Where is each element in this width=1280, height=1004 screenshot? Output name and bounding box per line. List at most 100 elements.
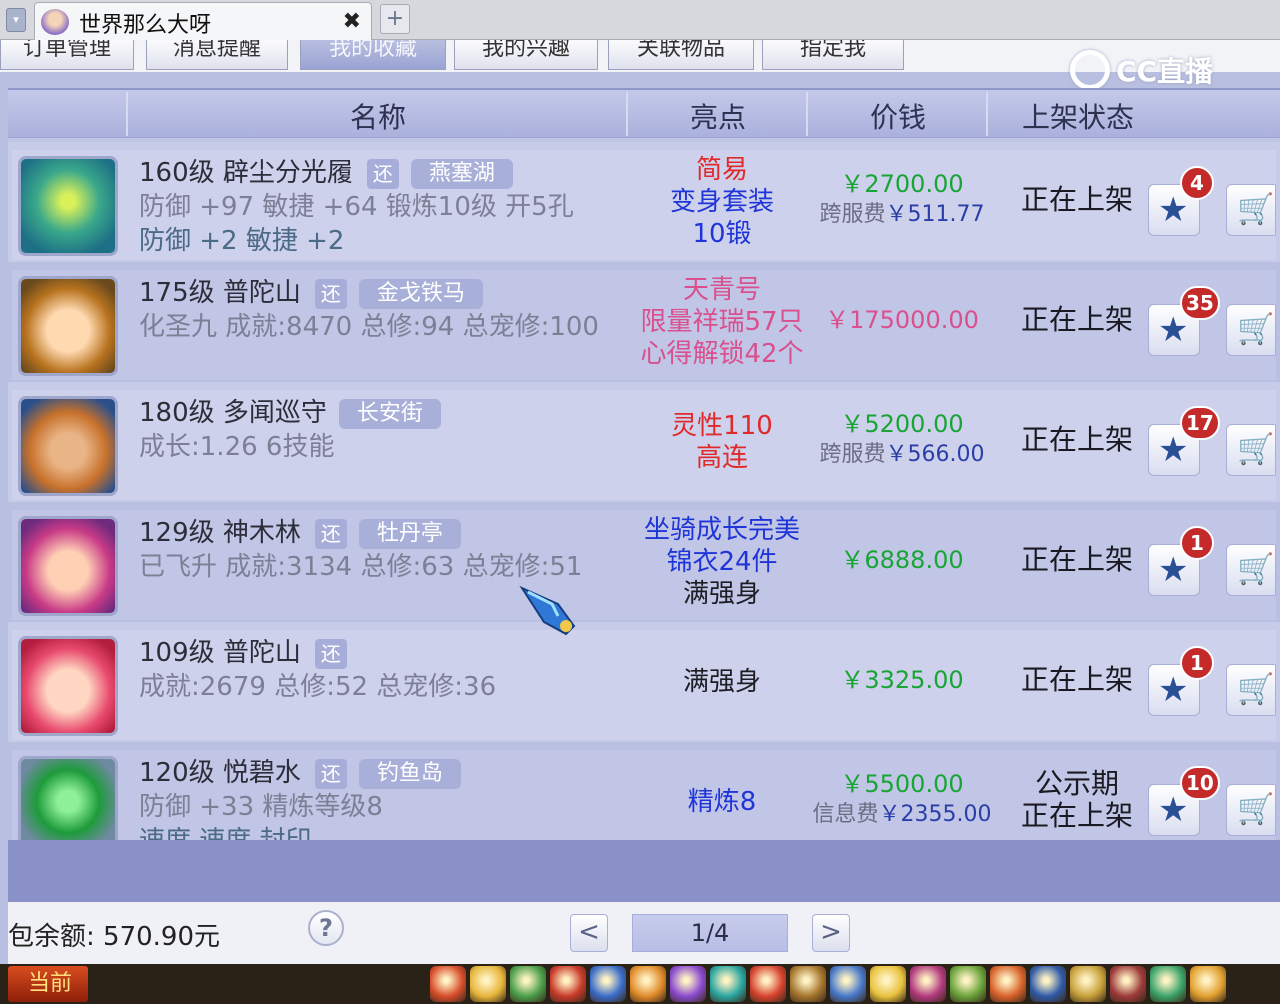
add-to-cart-button[interactable]: 🛒 bbox=[1226, 304, 1276, 356]
star-icon: ★ bbox=[1158, 310, 1189, 350]
star-icon: ★ bbox=[1158, 190, 1189, 230]
shortcut-icon[interactable] bbox=[550, 966, 586, 1002]
row-content: 175级 普陀山还金戈铁马 化圣九 成就:8470 总修:94 总宠修:100 天青… bbox=[12, 270, 1276, 380]
highlight-text: 心得解锁42个 bbox=[640, 339, 804, 369]
return-badge: 还 bbox=[314, 278, 347, 309]
game-taskbar: 当前 bbox=[0, 964, 1280, 1004]
item-price: ￥3325.00 bbox=[812, 664, 992, 696]
item-attributes: 化圣九 成就:8470 总修:94 总宠修:100 bbox=[139, 312, 599, 342]
shortcut-icon[interactable] bbox=[790, 966, 826, 1002]
table-row[interactable]: 120级 悦碧水还钓鱼岛防御 +33 精炼等级8速度 速度 封印 精炼8 ￥5500… bbox=[8, 742, 1280, 840]
server-badge: 燕塞湖 bbox=[410, 158, 513, 189]
price-value: ￥6888.00 bbox=[840, 546, 964, 574]
tab-messages[interactable]: 消息提醒 bbox=[146, 40, 288, 70]
table-row[interactable]: 175级 普陀山还金戈铁马 化圣九 成就:8470 总修:94 总宠修:100 天青… bbox=[8, 262, 1280, 382]
cart-icon: 🛒 bbox=[1237, 792, 1275, 827]
table-row[interactable]: 160级 辟尘分光履还燕塞湖 防御 +97 敏捷 +64 锻炼10级 开5孔 防御 … bbox=[8, 142, 1280, 262]
item-title: 175级 普陀山还金戈铁马 bbox=[139, 272, 483, 309]
prev-page-button[interactable]: < bbox=[570, 914, 608, 952]
cart-icon: 🛒 bbox=[1237, 552, 1275, 587]
shortcut-icon[interactable] bbox=[630, 966, 666, 1002]
highlight-text: 变身套装 bbox=[669, 187, 774, 217]
item-attributes: 防御 +97 敏捷 +64 锻炼10级 开5孔 bbox=[139, 192, 574, 222]
shortcut-icon[interactable] bbox=[1190, 966, 1226, 1002]
highlight-text: 精炼8 bbox=[687, 787, 757, 817]
item-highlights: 满强身 bbox=[632, 666, 812, 698]
item-avatar-icon[interactable] bbox=[18, 276, 118, 376]
shortcut-icon[interactable] bbox=[870, 966, 906, 1002]
status-line: 正在上架 bbox=[1020, 543, 1133, 576]
item-attributes: 已飞升 成就:3134 总修:63 总宠修:51 bbox=[139, 552, 583, 582]
shortcut-icon[interactable] bbox=[910, 966, 946, 1002]
item-title: 180级 多闻巡守 长安街 bbox=[139, 392, 441, 429]
server-badge: 钓鱼岛 bbox=[358, 758, 461, 789]
add-to-cart-button[interactable]: 🛒 bbox=[1226, 544, 1276, 596]
shortcut-icon[interactable] bbox=[710, 966, 746, 1002]
window-tab-title: 世界那么大呀 bbox=[79, 13, 212, 38]
star-icon: ★ bbox=[1158, 670, 1189, 710]
shortcut-icon[interactable] bbox=[1110, 966, 1146, 1002]
item-avatar-icon[interactable] bbox=[18, 636, 118, 736]
tab-related[interactable]: 关联物品 bbox=[608, 40, 754, 70]
item-avatar-icon[interactable] bbox=[18, 756, 118, 840]
status-line: 正在上架 bbox=[1020, 423, 1133, 456]
current-channel-button[interactable]: 当前 bbox=[8, 966, 88, 1002]
help-button[interactable]: ? bbox=[308, 910, 344, 946]
item-extra-attributes: 速度 速度 封印 bbox=[139, 820, 312, 840]
shortcut-icon[interactable] bbox=[510, 966, 546, 1002]
shortcut-icon[interactable] bbox=[1030, 966, 1066, 1002]
window-tab[interactable]: 世界那么大呀 ✖ bbox=[34, 2, 372, 40]
add-to-cart-button[interactable]: 🛒 bbox=[1226, 784, 1276, 836]
tab-orders[interactable]: 订单管理 bbox=[0, 40, 134, 70]
window-tab-bar: ▾ 世界那么大呀 ✖ + bbox=[0, 0, 1280, 40]
shortcut-icon[interactable] bbox=[750, 966, 786, 1002]
favorite-count-badge: 35 bbox=[1180, 286, 1220, 320]
shortcut-icon[interactable] bbox=[1150, 966, 1186, 1002]
row-content: 160级 辟尘分光履还燕塞湖 防御 +97 敏捷 +64 锻炼10级 开5孔 防御 … bbox=[12, 150, 1276, 260]
listing-status: 正在上架 bbox=[1002, 544, 1152, 576]
return-badge: 还 bbox=[366, 158, 399, 189]
add-to-cart-button[interactable]: 🛒 bbox=[1226, 184, 1276, 236]
item-avatar-icon[interactable] bbox=[18, 516, 118, 616]
add-to-cart-button[interactable]: 🛒 bbox=[1226, 424, 1276, 476]
shortcut-icon[interactable] bbox=[830, 966, 866, 1002]
add-tab-button[interactable]: + bbox=[380, 4, 410, 34]
item-avatar-icon[interactable] bbox=[18, 156, 118, 256]
item-level-name: 160级 辟尘分光履 bbox=[139, 158, 353, 188]
tab-assigned[interactable]: 指定我 bbox=[762, 40, 904, 70]
shortcut-icon[interactable] bbox=[470, 966, 506, 1002]
tab-menu-button[interactable]: ▾ bbox=[6, 8, 26, 32]
item-avatar-icon[interactable] bbox=[18, 396, 118, 496]
cc-live-watermark: CC直播 bbox=[1070, 46, 1213, 94]
table-row[interactable]: 109级 普陀山还成就:2679 总修:52 总宠修:36 满强身 ￥3325.00… bbox=[8, 622, 1280, 742]
item-highlights: 简易 变身套装 10锻 bbox=[632, 154, 812, 250]
return-badge: 还 bbox=[314, 638, 347, 669]
tab-favorites[interactable]: 我的收藏 bbox=[300, 40, 446, 70]
shortcut-icon[interactable] bbox=[430, 966, 466, 1002]
favorites-table: 名称 亮点 价钱 上架状态 160级 辟尘分光履还燕塞湖 防御 +97 敏捷 +6… bbox=[8, 88, 1280, 840]
price-value: ￥2700.00 bbox=[840, 170, 964, 198]
shortcut-icon[interactable] bbox=[670, 966, 706, 1002]
favorite-count-badge: 1 bbox=[1180, 646, 1214, 680]
favorite-count-badge: 1 bbox=[1180, 526, 1214, 560]
tab-interests[interactable]: 我的兴趣 bbox=[454, 40, 598, 70]
table-row[interactable]: 129级 神木林还牡丹亭 已飞升 成就:3134 总修:63 总宠修:51 坐骑成长… bbox=[8, 502, 1280, 622]
favorite-count-badge: 17 bbox=[1180, 406, 1220, 440]
fee-value: ￥566.00 bbox=[885, 442, 985, 467]
shortcut-icon[interactable] bbox=[1070, 966, 1106, 1002]
status-line: 公示期 bbox=[1034, 767, 1119, 800]
item-level-name: 129级 神木林 bbox=[139, 518, 301, 548]
header-highlights: 亮点 bbox=[689, 101, 746, 134]
shortcut-icon[interactable] bbox=[990, 966, 1026, 1002]
close-icon[interactable]: ✖ bbox=[343, 9, 361, 34]
listing-status: 正在上架 bbox=[1002, 664, 1152, 696]
item-highlights: 精炼8 bbox=[632, 786, 812, 818]
price-value: ￥175000.00 bbox=[825, 306, 979, 334]
next-page-button[interactable]: > bbox=[812, 914, 850, 952]
add-to-cart-button[interactable]: 🛒 bbox=[1226, 664, 1276, 716]
shortcut-icon-bar bbox=[430, 966, 1280, 1002]
shortcut-icon[interactable] bbox=[950, 966, 986, 1002]
table-row[interactable]: 180级 多闻巡守 长安街 成长:1.26 6技能 灵性110 高连 ￥5200.00 跨服… bbox=[8, 382, 1280, 502]
item-price: ￥175000.00 bbox=[812, 304, 992, 336]
shortcut-icon[interactable] bbox=[590, 966, 626, 1002]
